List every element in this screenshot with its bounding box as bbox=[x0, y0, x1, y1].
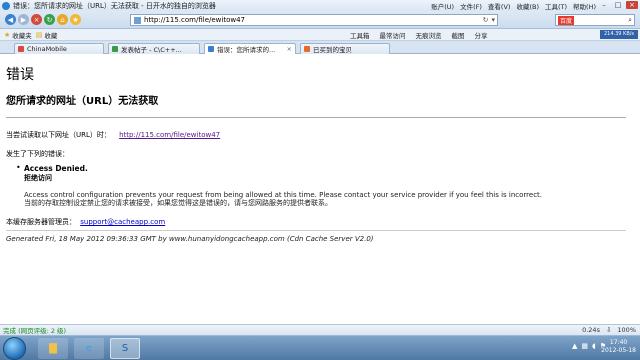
share-button[interactable]: 分享 bbox=[475, 30, 488, 40]
window-title: 错误：您所请求的网址（URL）无法获取 - 日开水的独自的浏览器 bbox=[13, 1, 216, 10]
address-bar[interactable]: http://115.com/file/ewitow47 ↻ ▾ bbox=[130, 14, 498, 26]
maximize-icon[interactable]: □ bbox=[612, 1, 624, 9]
tried-url-paragraph: 当尝试读取以下网址（URL）时： http://115.com/file/ewi… bbox=[6, 130, 220, 140]
status-bar: 完成 (网页评级: 2 级) 0.24s ⇩ 100% bbox=[0, 324, 640, 335]
network-icon[interactable]: ▦ bbox=[581, 342, 588, 350]
favorites-right-tools: 工具箱 最常访问 无痕浏览 截图 分享 bbox=[350, 30, 488, 40]
tray-arrow-icon[interactable]: ▲ bbox=[572, 342, 577, 350]
tab-label: 错误：您所请求的... bbox=[217, 46, 276, 54]
tab-post[interactable]: 发表帖子 - C\C++... bbox=[108, 43, 200, 54]
admin-email-link[interactable]: support@cacheapp.com bbox=[80, 218, 165, 226]
favorites-folder[interactable]: ▤ 收藏 bbox=[36, 30, 58, 40]
error-description: Access control configuration prevents yo… bbox=[24, 191, 624, 207]
admin-paragraph: 本缓存服务器管理员： support@cacheapp.com bbox=[6, 217, 165, 227]
admin-label: 本缓存服务器管理员： bbox=[6, 218, 76, 226]
menu-tools[interactable]: 工具(T) bbox=[545, 1, 567, 11]
internet-explorer-icon[interactable]: e bbox=[74, 338, 104, 359]
menu-help[interactable]: 帮助(H) bbox=[573, 1, 596, 11]
generated-footer: Generated Fri, 18 May 2012 09:36:33 GMT … bbox=[6, 235, 374, 243]
browser-taskbar-icon[interactable]: S bbox=[110, 338, 140, 359]
tab-bar: ChinaMobile 发表帖子 - C\C++... 错误：您所请求的... … bbox=[0, 41, 640, 54]
star-icon: ★ bbox=[4, 30, 11, 39]
zoom-level[interactable]: 100% bbox=[617, 326, 636, 334]
home-icon[interactable]: ⌂ bbox=[57, 14, 68, 25]
refresh-icon[interactable]: ↻ bbox=[44, 14, 55, 25]
error-item: Access Denied. 拒绝访问 bbox=[6, 163, 88, 183]
status-text: 完成 (网页评级: 2 级) bbox=[3, 327, 67, 335]
browser-logo-icon bbox=[2, 1, 10, 10]
load-time: 0.24s bbox=[582, 326, 600, 334]
title-bar: 错误：您所请求的网址（URL）无法获取 - 日开水的独自的浏览器 账户(U) 文… bbox=[0, 0, 640, 11]
tab-chinamobile[interactable]: ChinaMobile bbox=[14, 43, 104, 54]
tab-favicon-icon bbox=[304, 46, 310, 52]
navigation-bar: ◀ ▶ × ↻ ⌂ ★ http://115.com/file/ewitow47… bbox=[0, 11, 640, 29]
tab-favicon-icon bbox=[208, 46, 214, 52]
error-list: Access Denied. 拒绝访问 bbox=[6, 163, 88, 183]
menu-bar: 账户(U) 文件(F) 查看(V) 收藏(B) 工具(T) 帮助(H) bbox=[431, 1, 596, 11]
back-icon[interactable]: ◀ bbox=[5, 14, 16, 25]
address-url[interactable]: http://115.com/file/ewitow47 bbox=[144, 16, 245, 24]
page-subheading: 您所请求的网址（URL）无法获取 bbox=[6, 96, 159, 107]
error-title-cn: 拒绝访问 bbox=[24, 174, 52, 182]
dropdown-arrow-icon[interactable]: ▾ bbox=[491, 16, 495, 24]
tab-label: 发表帖子 - C\C++... bbox=[121, 46, 182, 54]
refresh-small-icon[interactable]: ↻ bbox=[483, 16, 489, 24]
clock[interactable]: 17:40 2012-05-18 bbox=[601, 339, 636, 355]
status-right: 0.24s ⇩ 100% bbox=[582, 326, 636, 334]
divider bbox=[6, 117, 626, 118]
most-visited-button[interactable]: 最常访问 bbox=[380, 30, 406, 40]
menu-view[interactable]: 查看(V) bbox=[488, 1, 511, 11]
menu-file[interactable]: 文件(F) bbox=[460, 1, 482, 11]
tab-purchased[interactable]: 已买到的宝贝 bbox=[300, 43, 390, 54]
page-heading: 错误 bbox=[6, 67, 34, 83]
tab-close-icon[interactable]: × bbox=[287, 45, 292, 53]
tab-label: ChinaMobile bbox=[27, 45, 67, 53]
tried-url-label: 当尝试读取以下网址（URL）时： bbox=[6, 131, 111, 139]
toolbox-button[interactable]: 工具箱 bbox=[350, 30, 370, 40]
menu-account[interactable]: 账户(U) bbox=[431, 1, 454, 11]
stop-icon[interactable]: × bbox=[31, 14, 42, 25]
error-description-en: Access control configuration prevents yo… bbox=[24, 191, 543, 199]
network-speed-badge: 214.39 KB/s bbox=[600, 30, 638, 39]
start-button[interactable] bbox=[3, 337, 26, 360]
page-content: 错误 您所请求的网址（URL）无法获取 当尝试读取以下网址（URL）时： htt… bbox=[0, 54, 640, 324]
favorites-folder-label: 收藏 bbox=[44, 31, 58, 40]
favorites-bar: ★ 收藏夹 ▤ 收藏 工具箱 最常访问 无痕浏览 截图 分享 214.39 KB… bbox=[0, 29, 640, 41]
folder-icon[interactable]: ▇ bbox=[38, 338, 68, 359]
tab-favicon-icon bbox=[18, 46, 24, 52]
clock-time: 17:40 bbox=[609, 339, 628, 346]
forward-icon[interactable]: ▶ bbox=[18, 14, 29, 25]
minimize-icon[interactable]: – bbox=[598, 1, 610, 9]
error-description-cn: 当前的存取控制设定禁止您的请求被接受，如果您觉得这是错误的，请与您网路服务的提供… bbox=[24, 199, 332, 207]
address-tools: ↻ ▾ bbox=[483, 16, 495, 24]
screenshot-button[interactable]: 截图 bbox=[452, 30, 465, 40]
search-engine-label[interactable]: 百度 bbox=[558, 15, 575, 25]
error-intro: 发生了下列的错误： bbox=[6, 150, 69, 158]
favorite-star-icon[interactable]: ★ bbox=[70, 14, 81, 25]
search-box[interactable]: 百度 ⌕ bbox=[555, 14, 635, 26]
private-browsing-button[interactable]: 无痕浏览 bbox=[416, 30, 442, 40]
volume-icon[interactable]: ◖ bbox=[592, 342, 596, 350]
taskbar: ▇ e S ▲ ▦ ◖ ⚑ 17:40 2012-05-18 bbox=[0, 335, 640, 360]
close-icon[interactable]: × bbox=[626, 1, 638, 9]
folder-icon: ▤ bbox=[35, 30, 43, 39]
tab-label: 已买到的宝贝 bbox=[313, 46, 352, 54]
error-title: Access Denied. bbox=[24, 164, 88, 173]
divider bbox=[6, 230, 626, 231]
page-favicon-icon bbox=[134, 16, 141, 24]
menu-favorites[interactable]: 收藏(B) bbox=[516, 1, 539, 11]
tried-url-link[interactable]: http://115.com/file/ewitow47 bbox=[119, 131, 220, 139]
favorites-label: 收藏夹 bbox=[12, 31, 32, 40]
tab-favicon-icon bbox=[112, 46, 118, 52]
download-icon[interactable]: ⇩ bbox=[606, 326, 611, 334]
clock-date: 2012-05-18 bbox=[601, 347, 636, 354]
window-controls: – □ × bbox=[598, 1, 638, 9]
tab-error[interactable]: 错误：您所请求的... × bbox=[204, 43, 296, 54]
search-icon[interactable]: ⌕ bbox=[628, 16, 632, 25]
favorites-button[interactable]: ★ 收藏夹 bbox=[4, 30, 32, 40]
